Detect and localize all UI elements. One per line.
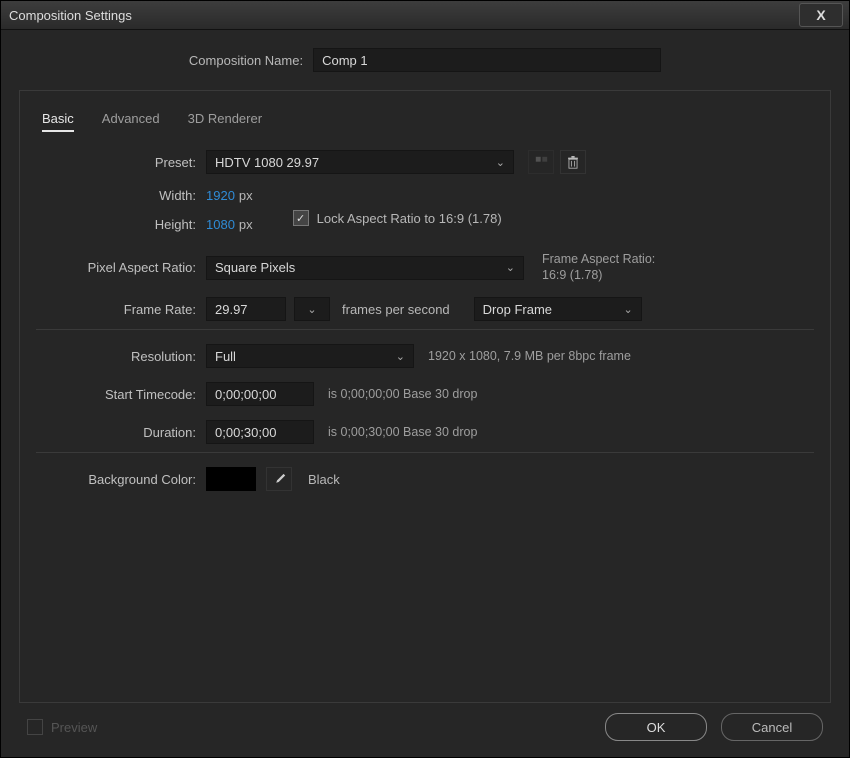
composition-name-value: Comp 1 bbox=[322, 53, 368, 68]
preview-label: Preview bbox=[51, 720, 97, 735]
frame-rate-input[interactable]: 29.97 bbox=[206, 297, 286, 321]
bg-color-swatch[interactable] bbox=[206, 467, 256, 491]
close-button[interactable]: X bbox=[799, 3, 843, 27]
titlebar: Composition Settings X bbox=[1, 1, 849, 30]
trash-icon bbox=[567, 156, 579, 169]
ok-label: OK bbox=[647, 720, 666, 735]
drop-frame-select[interactable]: Drop Frame ⌄ bbox=[474, 297, 642, 321]
duration-value: 0;00;30;00 bbox=[215, 425, 276, 440]
composition-name-input[interactable]: Comp 1 bbox=[313, 48, 661, 72]
close-icon: X bbox=[816, 7, 825, 23]
preset-select[interactable]: HDTV 1080 29.97 ⌄ bbox=[206, 150, 514, 174]
preview-checkbox[interactable]: ✓ bbox=[27, 719, 43, 735]
dialog-body: Composition Name: Comp 1 Basic Advanced … bbox=[1, 30, 849, 757]
preset-label: Preset: bbox=[36, 155, 206, 170]
window-title: Composition Settings bbox=[9, 8, 799, 23]
height-unit: px bbox=[239, 217, 253, 232]
width-unit: px bbox=[239, 188, 253, 203]
pixel-aspect-label: Pixel Aspect Ratio: bbox=[36, 260, 206, 275]
height-input[interactable]: 1080 bbox=[206, 217, 235, 232]
duration-label: Duration: bbox=[36, 425, 206, 440]
resolution-label: Resolution: bbox=[36, 349, 206, 364]
width-label: Width: bbox=[36, 188, 206, 203]
tab-3d-renderer[interactable]: 3D Renderer bbox=[188, 111, 262, 132]
tab-advanced[interactable]: Advanced bbox=[102, 111, 160, 132]
frame-aspect-note-2: 16:9 (1.78) bbox=[542, 268, 655, 284]
bg-color-label: Background Color: bbox=[36, 472, 206, 487]
drop-frame-value: Drop Frame bbox=[483, 302, 552, 317]
eyedropper-icon bbox=[273, 473, 286, 486]
pixel-aspect-value: Square Pixels bbox=[215, 260, 295, 275]
footer: ✓ Preview OK Cancel bbox=[19, 703, 831, 747]
width-input[interactable]: 1920 bbox=[206, 188, 235, 203]
cancel-button[interactable]: Cancel bbox=[721, 713, 823, 741]
duration-input[interactable]: 0;00;30;00 bbox=[206, 420, 314, 444]
settings-panel: Basic Advanced 3D Renderer Preset: HDTV … bbox=[19, 90, 831, 703]
bg-color-name: Black bbox=[308, 472, 340, 487]
duration-hint: is 0;00;30;00 Base 30 drop bbox=[328, 425, 477, 439]
fps-text: frames per second bbox=[342, 302, 450, 317]
save-preset-icon bbox=[535, 156, 548, 169]
start-timecode-value: 0;00;00;00 bbox=[215, 387, 276, 402]
start-timecode-label: Start Timecode: bbox=[36, 387, 206, 402]
chevron-down-icon: ⌄ bbox=[496, 156, 505, 169]
chevron-down-icon: ⌄ bbox=[623, 303, 632, 316]
divider bbox=[36, 452, 814, 453]
frame-aspect-note-1: Frame Aspect Ratio: bbox=[542, 252, 655, 268]
save-preset-button[interactable] bbox=[528, 150, 554, 174]
pixel-aspect-select[interactable]: Square Pixels ⌄ bbox=[206, 256, 524, 280]
frame-rate-dropdown[interactable]: ⌄ bbox=[294, 297, 330, 321]
start-timecode-hint: is 0;00;00;00 Base 30 drop bbox=[328, 387, 477, 401]
chevron-down-icon: ⌄ bbox=[506, 261, 515, 274]
chevron-down-icon: ⌄ bbox=[396, 350, 405, 363]
tab-basic[interactable]: Basic bbox=[42, 111, 74, 132]
resolution-select[interactable]: Full ⌄ bbox=[206, 344, 414, 368]
composition-name-label: Composition Name: bbox=[189, 53, 303, 68]
cancel-label: Cancel bbox=[752, 720, 792, 735]
eyedropper-button[interactable] bbox=[266, 467, 292, 491]
chevron-down-icon: ⌄ bbox=[307, 303, 316, 316]
preset-value: HDTV 1080 29.97 bbox=[215, 155, 319, 170]
frame-aspect-note: Frame Aspect Ratio: 16:9 (1.78) bbox=[542, 252, 655, 283]
frame-rate-label: Frame Rate: bbox=[36, 302, 206, 317]
start-timecode-input[interactable]: 0;00;00;00 bbox=[206, 382, 314, 406]
resolution-hint: 1920 x 1080, 7.9 MB per 8bpc frame bbox=[428, 349, 631, 363]
lock-aspect-label: Lock Aspect Ratio to 16:9 (1.78) bbox=[317, 211, 502, 226]
height-label: Height: bbox=[36, 217, 206, 232]
ok-button[interactable]: OK bbox=[605, 713, 707, 741]
divider bbox=[36, 329, 814, 330]
frame-rate-value: 29.97 bbox=[215, 302, 248, 317]
lock-aspect-checkbox[interactable]: ✓ bbox=[293, 210, 309, 226]
composition-settings-dialog: Composition Settings X Composition Name:… bbox=[0, 0, 850, 758]
delete-preset-button[interactable] bbox=[560, 150, 586, 174]
resolution-value: Full bbox=[215, 349, 236, 364]
tabs: Basic Advanced 3D Renderer bbox=[42, 111, 814, 132]
